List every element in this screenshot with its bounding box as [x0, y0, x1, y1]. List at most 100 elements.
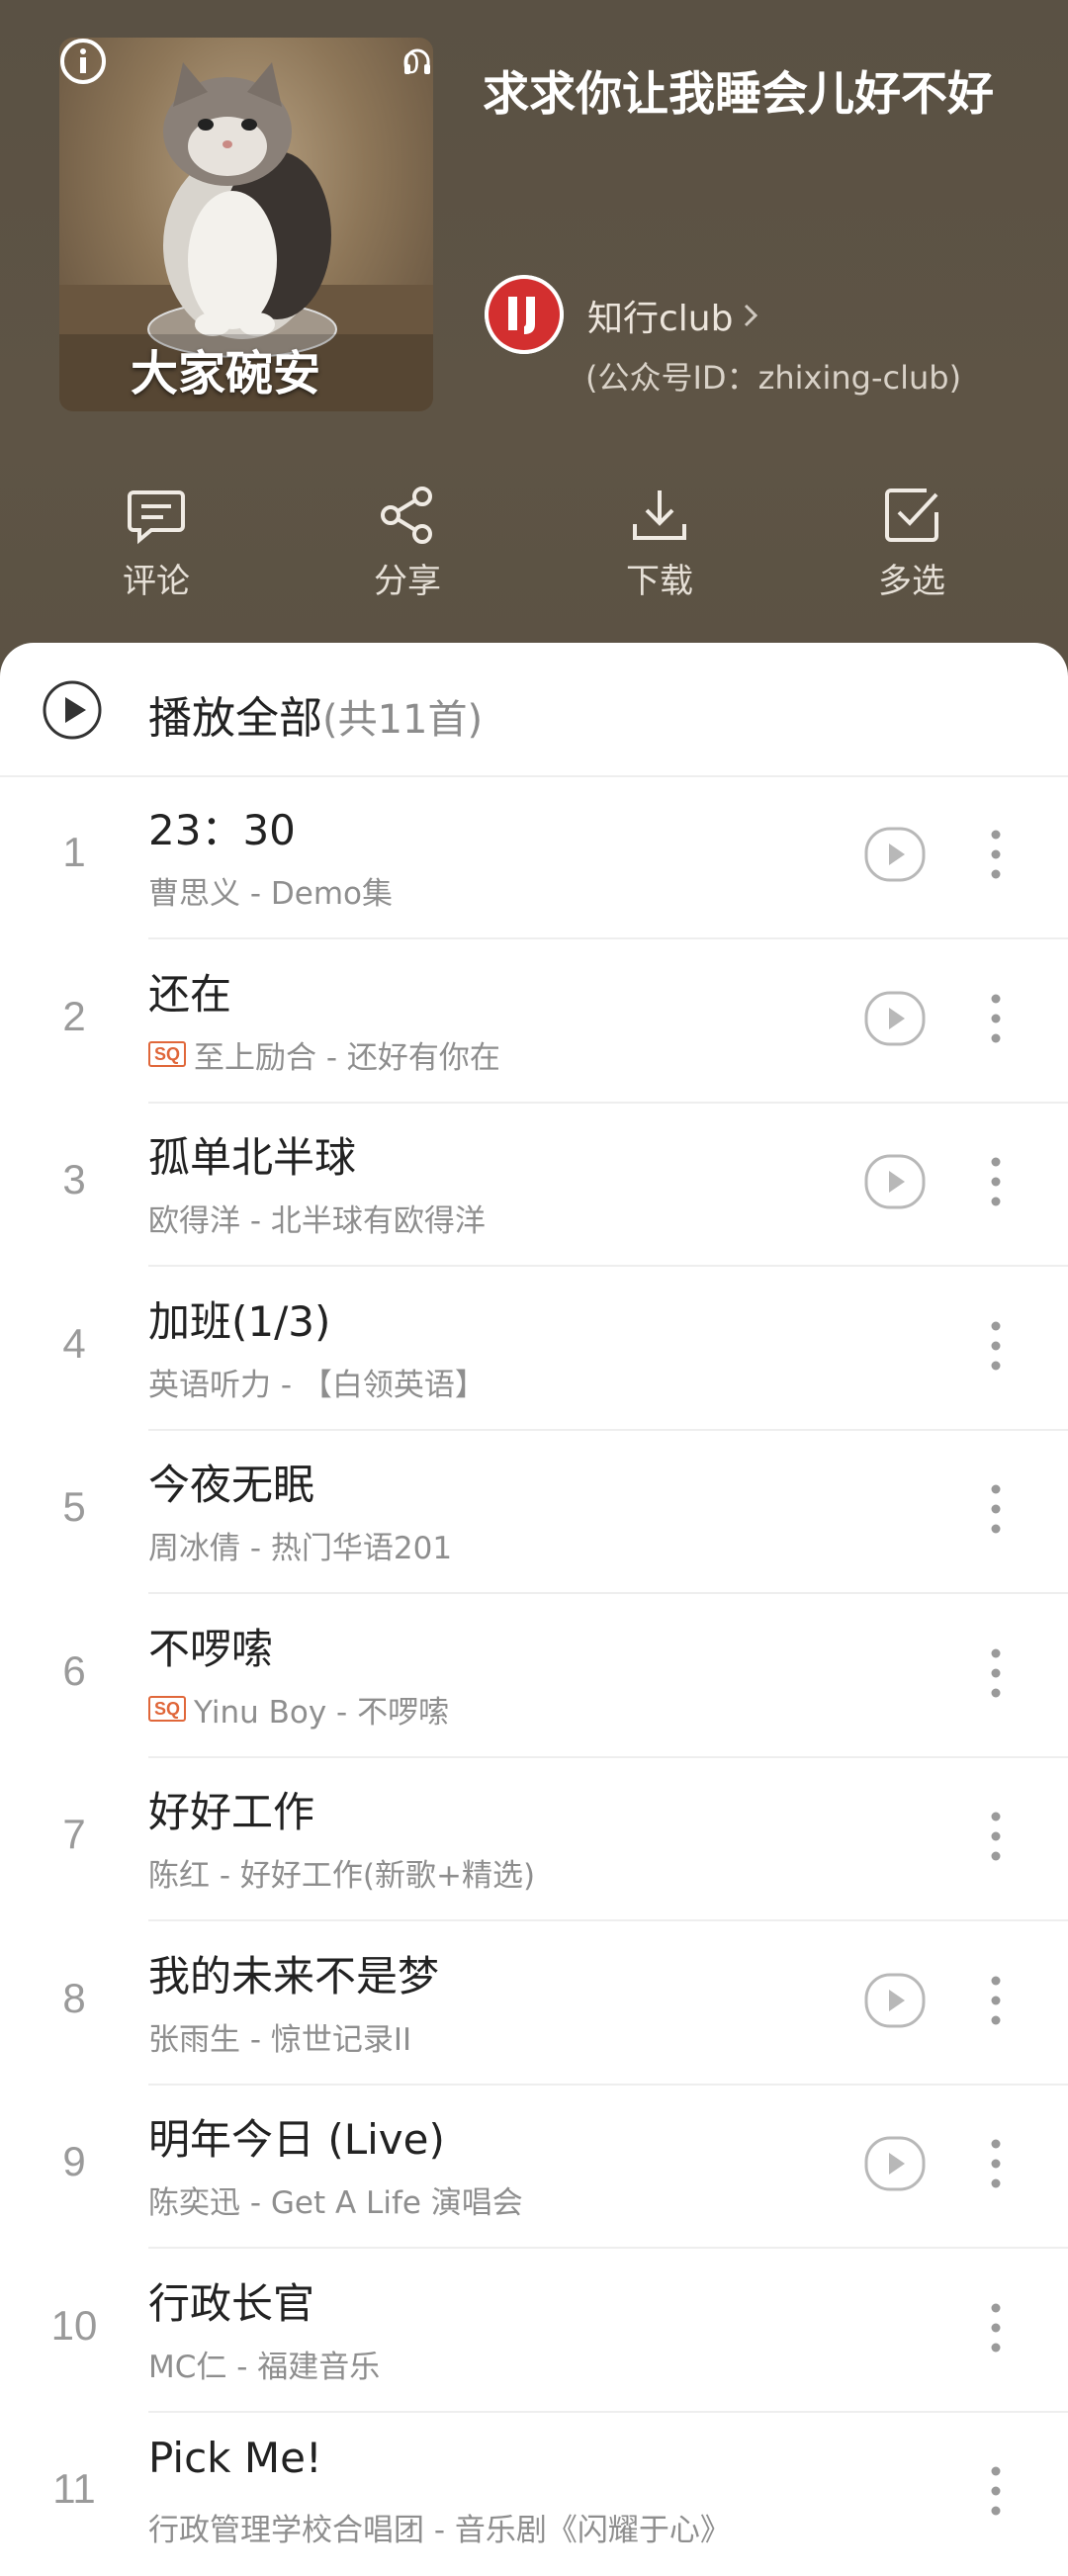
more-options-icon[interactable] — [984, 1807, 1008, 1866]
more-options-icon[interactable] — [984, 2298, 1008, 2357]
song-index: 1 — [62, 829, 86, 875]
more-options-icon[interactable] — [984, 825, 1008, 884]
action-bar: 评论 分享 下载 多选 — [0, 485, 1068, 613]
multiselect-icon — [885, 489, 938, 542]
song-subtitle: 曹思义 - Demo集 — [148, 868, 393, 913]
song-subtitle: 行政管理学校合唱团 - 音乐剧《闪耀于心》 — [148, 2505, 731, 2549]
row-divider — [148, 1101, 1068, 1104]
play-circle-icon[interactable] — [42, 679, 103, 741]
info-icon[interactable] — [59, 38, 107, 85]
song-index: 2 — [62, 992, 86, 1039]
song-index: 8 — [62, 1974, 86, 2021]
comment-button[interactable]: 评论 — [87, 485, 225, 602]
song-title: 孤单北半球 — [148, 1133, 357, 1182]
row-divider — [148, 1592, 1068, 1594]
song-row[interactable]: 8 我的未来不是梦张雨生 - 惊世记录II — [0, 1923, 1068, 2086]
more-options-icon[interactable] — [984, 989, 1008, 1048]
song-title: 今夜无眠 — [148, 1461, 315, 1509]
share-button[interactable]: 分享 — [338, 485, 477, 602]
multiselect-button[interactable]: 多选 — [843, 485, 981, 602]
more-options-icon[interactable] — [984, 2134, 1008, 2193]
song-title: 还在 — [148, 969, 232, 1019]
song-row[interactable]: 1 23：30 曹思义 - Demo集 — [0, 777, 1068, 939]
creator-avatar[interactable] — [485, 275, 564, 354]
headphones-icon — [404, 48, 431, 74]
song-subtitle: 陈红 - 好好工作(新歌+精选) — [148, 1850, 535, 1895]
song-row[interactable]: 7 好好工作陈红 - 好好工作(新歌+精选) — [0, 1759, 1068, 1921]
more-options-icon[interactable] — [984, 2461, 1008, 2521]
song-index: 6 — [62, 1646, 86, 1694]
song-title: 加班(1/3) — [148, 1296, 331, 1346]
mv-play-icon[interactable] — [864, 991, 926, 1046]
song-index: 10 — [50, 2301, 98, 2349]
song-count: (共11首) — [322, 697, 484, 743]
more-options-icon[interactable] — [984, 1643, 1008, 1703]
chevron-right-icon — [745, 304, 758, 327]
comment-icon — [128, 490, 185, 545]
song-subtitle-text: 周冰倩 - 热门华语201 — [148, 1531, 453, 1566]
more-options-icon[interactable] — [984, 1971, 1008, 2030]
more-options-icon[interactable] — [984, 1479, 1008, 1539]
row-divider — [148, 1428, 1068, 1431]
song-title: 不啰嗦 — [148, 1624, 274, 1673]
song-subtitle-text: 行政管理学校合唱团 - 音乐剧《闪耀于心》 — [148, 2513, 731, 2548]
more-options-icon[interactable] — [984, 1316, 1008, 1376]
row-divider — [148, 2083, 1068, 2086]
playlist-title: 求求你让我睡会儿好不好 — [483, 67, 994, 122]
mv-play-icon[interactable] — [864, 827, 926, 882]
song-title: 好好工作 — [148, 1788, 315, 1836]
share-label: 分享 — [374, 562, 441, 601]
playlist-cover[interactable]: 0 大家碗安 — [59, 38, 433, 411]
song-index: 7 — [62, 1811, 86, 1857]
cover-caption: 大家碗安 — [131, 346, 321, 401]
song-title: Pick Me! — [148, 2434, 322, 2482]
listen-count: 0 — [402, 47, 431, 81]
share-icon — [381, 487, 432, 544]
row-divider — [148, 1265, 1068, 1267]
download-icon — [633, 490, 686, 540]
song-subtitle-text: 陈红 - 好好工作(新歌+精选) — [148, 1858, 536, 1894]
song-subtitle: 周冰倩 - 热门华语201 — [148, 1523, 452, 1567]
song-index: 4 — [62, 1319, 86, 1367]
song-row[interactable]: 11 Pick Me! 行政管理学校合唱团 - 音乐剧《闪耀于心》 — [0, 2414, 1068, 2576]
song-subtitle: SQ 至上励合 - 还好有你在 — [148, 1032, 500, 1077]
play-all-text: 播放全部 — [148, 693, 322, 744]
song-subtitle: 张雨生 - 惊世记录II — [148, 2014, 411, 2059]
row-divider — [148, 2247, 1068, 2249]
song-subtitle-text: 曹思义 - Demo集 — [148, 876, 394, 912]
row-divider — [148, 1919, 1068, 1921]
multiselect-label: 多选 — [878, 562, 945, 601]
song-subtitle: 英语听力 - 【白领英语】 — [148, 1360, 486, 1404]
download-button[interactable]: 下载 — [590, 485, 729, 602]
play-all-label: 播放全部(共11首) — [148, 682, 483, 746]
song-subtitle-text: 陈奕迅 - Get A Life 演唱会 — [148, 2185, 523, 2221]
song-index: 11 — [52, 2465, 96, 2512]
download-label: 下载 — [626, 562, 693, 601]
song-row[interactable]: 9 明年今日 (Live) 陈奕迅 - Get A Life 演唱会 — [0, 2087, 1068, 2249]
mv-play-icon[interactable] — [864, 1154, 926, 1209]
song-list-panel: 播放全部(共11首) 1 23：30 曹思义 - Demo集 2 还在 SQ 至上励合 - … — [0, 643, 1068, 2570]
song-row[interactable]: 4 加班(1/3) 英语听力 - 【白领英语】 — [0, 1269, 1068, 1431]
song-row[interactable]: 10 行政长官 MC仁 - 福建音乐 — [0, 2251, 1068, 2413]
play-all-row[interactable]: 播放全部(共11首) — [0, 643, 1068, 777]
song-title: 我的未来不是梦 — [148, 1951, 440, 2000]
song-title: 明年今日 (Live) — [148, 2115, 445, 2164]
more-options-icon[interactable] — [984, 1152, 1008, 1211]
song-row[interactable]: 5 今夜无眠 周冰倩 - 热门华语201 — [0, 1432, 1068, 1594]
song-subtitle-text: 欧得洋 - 北半球有欧得洋 — [148, 1203, 486, 1239]
song-row[interactable]: 3 孤单北半球 欧得洋 - 北半球有欧得洋 — [0, 1105, 1068, 1267]
song-title: 行政长官 — [148, 2278, 315, 2328]
song-title: 23：30 — [148, 806, 296, 854]
row-divider — [148, 1755, 1068, 1758]
creator-account-id: (公众号ID：zhixing-club) — [585, 359, 962, 397]
creator-name-text: 知行club — [587, 299, 734, 339]
song-subtitle: 欧得洋 - 北半球有欧得洋 — [148, 1196, 486, 1240]
creator-name[interactable]: 知行club — [587, 290, 758, 341]
song-row[interactable]: 2 还在 SQ 至上励合 - 还好有你在 — [0, 941, 1068, 1104]
comment-label: 评论 — [123, 562, 190, 601]
mv-play-icon[interactable] — [864, 1973, 926, 2028]
song-subtitle: 陈奕迅 - Get A Life 演唱会 — [148, 2177, 523, 2222]
mv-play-icon[interactable] — [864, 2136, 926, 2191]
song-row[interactable]: 6 不啰嗦 SQ Yinu Boy - 不啰嗦 — [0, 1596, 1068, 1758]
row-divider — [148, 2410, 1068, 2413]
